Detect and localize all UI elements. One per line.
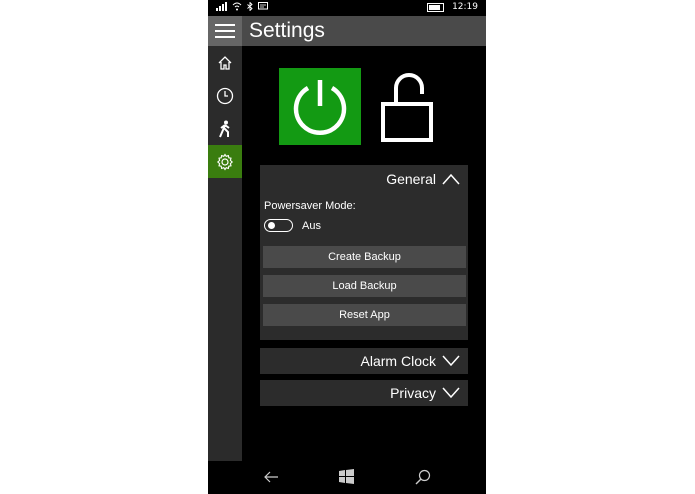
privacy-header[interactable]: Privacy <box>260 380 468 406</box>
general-title: General <box>386 171 436 187</box>
clock-icon <box>216 87 234 104</box>
clock-time: 12:19 <box>452 2 478 12</box>
nav-item-settings[interactable] <box>208 145 242 178</box>
chevron-down-icon <box>442 387 460 399</box>
nav-item-home[interactable] <box>208 46 242 79</box>
battery-icon <box>427 2 445 12</box>
power-toggle-tile[interactable] <box>279 68 361 145</box>
general-panel: General Powersaver Mode: Aus Create Back… <box>260 165 468 340</box>
powersaver-toggle[interactable] <box>264 219 293 232</box>
phone-screen: 12:19 Settings General Powersaver Mode: … <box>208 0 486 494</box>
bluetooth-icon <box>247 2 253 11</box>
chevron-up-icon <box>442 173 460 185</box>
privacy-title: Privacy <box>390 385 436 401</box>
power-icon <box>293 79 347 135</box>
load-backup-button[interactable]: Load Backup <box>263 275 466 297</box>
alarm-clock-title: Alarm Clock <box>360 353 436 369</box>
chevron-down-icon <box>442 355 460 367</box>
system-nav-bar <box>208 461 486 494</box>
search-icon[interactable] <box>415 469 431 485</box>
alarm-clock-panel[interactable]: Alarm Clock <box>260 348 468 374</box>
home-icon <box>218 55 232 70</box>
alarm-clock-header[interactable]: Alarm Clock <box>260 348 468 374</box>
reset-app-button[interactable]: Reset App <box>263 304 466 326</box>
message-icon <box>258 2 268 10</box>
back-arrow-icon[interactable] <box>263 469 279 485</box>
wifi-icon <box>232 2 242 11</box>
nav-item-clock[interactable] <box>208 79 242 112</box>
page-title: Settings <box>249 19 325 42</box>
side-navigation <box>208 46 242 461</box>
unlocked-padlock-icon <box>381 73 433 142</box>
hamburger-menu-icon[interactable] <box>208 16 242 46</box>
signal-icon <box>216 2 227 11</box>
create-backup-button[interactable]: Create Backup <box>263 246 466 268</box>
general-panel-header[interactable]: General <box>260 165 468 193</box>
powersaver-label: Powersaver Mode: <box>264 200 356 212</box>
privacy-panel[interactable]: Privacy <box>260 380 468 406</box>
status-bar: 12:19 <box>208 0 486 16</box>
settings-content: General Powersaver Mode: Aus Create Back… <box>242 46 486 461</box>
walking-person-icon <box>219 120 230 137</box>
lock-toggle[interactable] <box>380 72 436 144</box>
powersaver-state: Aus <box>302 220 321 232</box>
nav-item-activity[interactable] <box>208 112 242 145</box>
windows-start-icon[interactable] <box>339 469 354 484</box>
gear-icon <box>216 153 234 170</box>
title-bar: Settings <box>208 16 486 46</box>
